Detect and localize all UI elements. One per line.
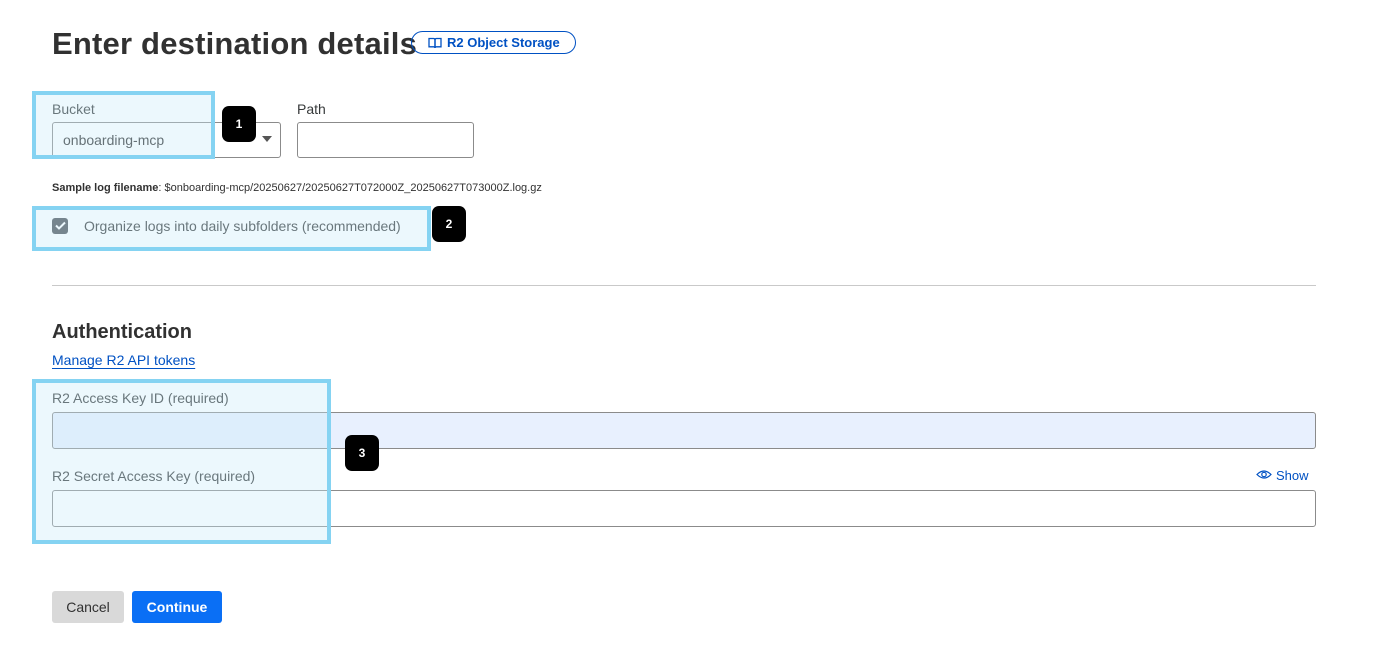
daily-subfolders-checkbox[interactable] xyxy=(52,218,68,234)
eye-icon xyxy=(1256,468,1272,483)
bucket-label: Bucket xyxy=(52,101,95,117)
sample-log-filename-label: Sample log filename xyxy=(52,182,159,194)
page-title: Enter destination details xyxy=(52,26,418,61)
r2-object-storage-badge[interactable]: R2 Object Storage xyxy=(411,31,576,54)
show-label: Show xyxy=(1276,468,1309,483)
manage-r2-api-tokens-link[interactable]: Manage R2 API tokens xyxy=(52,352,195,368)
book-icon xyxy=(428,37,442,49)
sample-log-filename: Sample log filename: $onboarding-mcp/202… xyxy=(52,182,542,194)
badge-label: R2 Object Storage xyxy=(447,35,560,50)
access-key-label: R2 Access Key ID (required) xyxy=(52,390,229,406)
secret-key-label: R2 Secret Access Key (required) xyxy=(52,468,256,484)
continue-button[interactable]: Continue xyxy=(132,591,222,623)
access-key-input[interactable] xyxy=(52,412,1316,449)
secret-key-input[interactable] xyxy=(52,490,1316,527)
bucket-select-value: onboarding-mcp xyxy=(63,132,165,148)
caret-down-icon xyxy=(262,136,272,142)
sample-log-filename-value: : $onboarding-mcp/20250627/20250627T0720… xyxy=(158,182,542,194)
daily-subfolders-label[interactable]: Organize logs into daily subfolders (rec… xyxy=(84,218,401,234)
path-input[interactable] xyxy=(297,122,474,158)
check-icon xyxy=(54,217,66,235)
annotation-marker-2: 2 xyxy=(432,206,466,242)
authentication-title: Authentication xyxy=(52,321,192,343)
annotation-marker-1: 1 xyxy=(222,106,256,142)
section-divider xyxy=(52,285,1316,286)
path-label: Path xyxy=(297,101,326,117)
cancel-button[interactable]: Cancel xyxy=(52,591,124,623)
annotation-marker-3: 3 xyxy=(345,435,379,471)
show-secret-toggle[interactable]: Show xyxy=(1256,468,1309,483)
